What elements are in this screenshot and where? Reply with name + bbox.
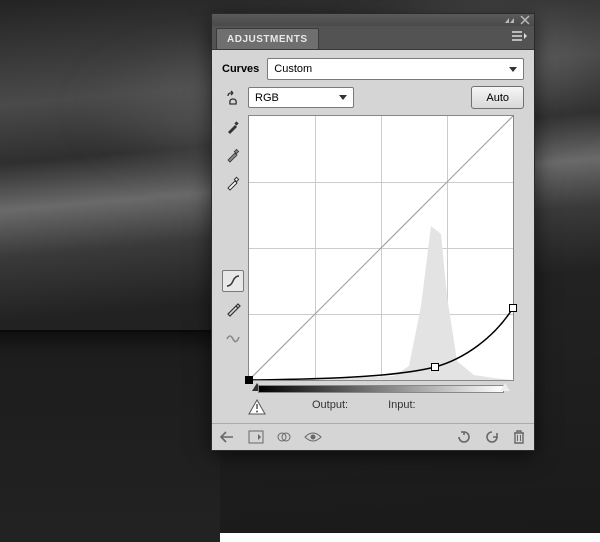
clip-to-layer-icon[interactable] xyxy=(276,430,292,444)
smooth-button[interactable] xyxy=(222,326,244,348)
curve-mode-button[interactable] xyxy=(222,270,244,292)
gray-point-eyedropper[interactable] xyxy=(222,144,244,166)
panel-menu-icon[interactable] xyxy=(512,30,528,42)
tab-row: ADJUSTMENTS xyxy=(212,26,534,50)
output-label: Output: xyxy=(312,399,348,415)
curve-line xyxy=(249,116,513,380)
tab-adjustments[interactable]: ADJUSTMENTS xyxy=(216,28,319,49)
io-readout: Output: Input: xyxy=(248,393,524,417)
tool-name: Curves xyxy=(222,63,259,75)
expanded-view-icon[interactable] xyxy=(248,430,264,444)
curve-point[interactable] xyxy=(509,304,517,312)
reset-icon[interactable] xyxy=(484,430,500,444)
pencil-mode-button[interactable] xyxy=(222,298,244,320)
chevron-down-icon xyxy=(509,67,517,72)
rooftop-wall xyxy=(0,330,220,542)
auto-button[interactable]: Auto xyxy=(471,86,524,109)
left-tool-column xyxy=(222,86,244,417)
return-to-list-icon[interactable] xyxy=(220,430,236,444)
white-slider[interactable] xyxy=(500,383,510,391)
previous-state-icon[interactable] xyxy=(456,430,472,444)
preset-dropdown[interactable]: Custom xyxy=(267,58,524,80)
curve-point[interactable] xyxy=(431,363,439,371)
warning-icon xyxy=(248,399,266,415)
curves-graph[interactable] xyxy=(248,115,514,381)
adjustments-panel: ADJUSTMENTS Curves Custom xyxy=(211,13,535,451)
tab-label: ADJUSTMENTS xyxy=(227,34,308,45)
white-point-eyedropper[interactable] xyxy=(222,172,244,194)
input-gradient-strip[interactable] xyxy=(248,383,514,393)
visibility-icon[interactable] xyxy=(304,430,322,444)
panel-footer xyxy=(212,423,534,450)
channel-dropdown[interactable]: RGB xyxy=(248,87,354,108)
channel-value: RGB xyxy=(255,92,279,104)
chevron-down-icon xyxy=(339,95,347,100)
panel-body: Curves Custom xyxy=(212,50,534,423)
panel-titlebar[interactable] xyxy=(212,14,534,26)
targeted-adjustment-tool[interactable] xyxy=(222,88,244,110)
auto-label: Auto xyxy=(486,92,509,104)
input-label: Input: xyxy=(388,399,416,415)
collapse-icon[interactable] xyxy=(504,16,516,24)
preset-value: Custom xyxy=(274,63,312,75)
trash-icon[interactable] xyxy=(512,429,526,445)
gradient xyxy=(258,385,504,393)
close-icon[interactable] xyxy=(520,15,530,25)
black-point-eyedropper[interactable] xyxy=(222,116,244,138)
